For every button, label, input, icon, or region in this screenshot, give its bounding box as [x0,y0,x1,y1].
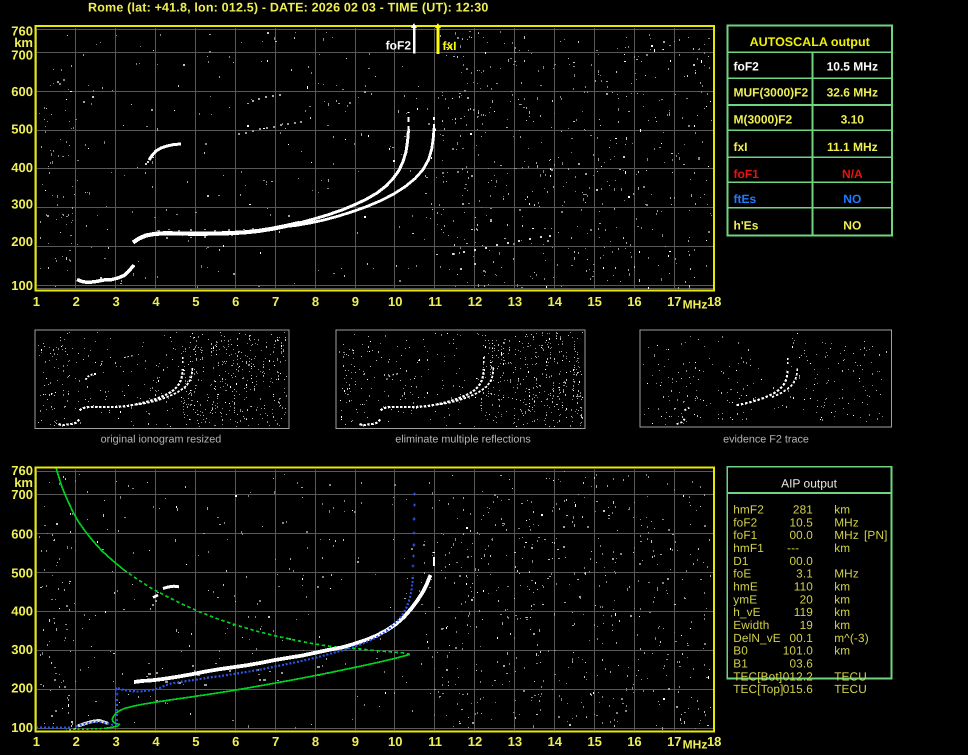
svg-text:3: 3 [113,294,120,309]
svg-text:32.6 MHz: 32.6 MHz [827,86,878,100]
svg-text:1: 1 [33,734,40,749]
svg-text:400: 400 [11,604,33,619]
svg-text:AUTOSCALA output: AUTOSCALA output [750,35,871,49]
svg-text:7: 7 [272,734,279,749]
svg-text:TECU: TECU [834,682,867,696]
svg-text:AIP output: AIP output [781,476,837,490]
svg-text:13: 13 [508,294,522,309]
svg-text:15: 15 [587,294,601,309]
svg-text:foF2: foF2 [386,39,412,53]
svg-text:16: 16 [627,294,641,309]
svg-text:8: 8 [312,294,319,309]
svg-text:9: 9 [352,294,359,309]
svg-text:15: 15 [587,734,601,749]
svg-text:500: 500 [11,122,33,137]
svg-text:11: 11 [428,734,442,749]
svg-text:400: 400 [11,160,33,175]
svg-text:015.6: 015.6 [783,682,814,696]
svg-text:9: 9 [352,734,359,749]
svg-text:300: 300 [11,197,33,212]
svg-text:100: 100 [11,278,33,293]
svg-text:6: 6 [232,734,239,749]
svg-text:1: 1 [33,294,40,309]
svg-text:200: 200 [11,680,33,695]
svg-text:Rome (lat: +41.8, lon: 012.5): Rome (lat: +41.8, lon: 012.5) - DATE: 20… [88,1,488,15]
svg-text:original ionogram resized: original ionogram resized [101,434,222,446]
svg-text:fxI: fxI [443,39,457,53]
svg-text:3.10: 3.10 [841,112,865,126]
svg-text:18: 18 [707,294,721,309]
svg-text:13: 13 [508,734,522,749]
svg-text:600: 600 [11,84,33,99]
svg-text:12: 12 [468,294,482,309]
svg-text:MHz: MHz [683,738,708,752]
svg-text:4: 4 [152,734,160,749]
svg-text:11.1 MHz: 11.1 MHz [827,140,878,154]
svg-text:100: 100 [11,720,33,735]
svg-text:14: 14 [547,294,562,309]
svg-text:MHz: MHz [683,298,708,312]
svg-text:[PN]: [PN] [864,528,888,542]
svg-text:10: 10 [388,294,402,309]
svg-text:foF2: foF2 [734,60,760,74]
svg-text:NO: NO [843,218,861,232]
svg-text:evidence F2 trace: evidence F2 trace [723,434,809,446]
svg-text:18: 18 [707,734,721,749]
svg-text:TEC[Top]: TEC[Top] [733,682,783,696]
svg-text:16: 16 [627,734,641,749]
svg-text:500: 500 [11,565,33,580]
svg-text:8: 8 [312,734,319,749]
svg-text:2: 2 [73,294,80,309]
svg-text:5: 5 [192,734,199,749]
svg-text:700: 700 [11,47,33,62]
svg-text:N/A: N/A [842,167,863,181]
svg-text:km: km [834,541,850,555]
svg-text:14: 14 [547,734,562,749]
svg-text:ftEs: ftEs [734,192,757,206]
svg-text:km: km [834,644,850,658]
svg-text:200: 200 [11,234,33,249]
svg-text:5: 5 [192,294,199,309]
svg-text:MUF(3000)F2: MUF(3000)F2 [734,86,809,100]
svg-text:foF1: foF1 [734,167,760,181]
svg-text:17: 17 [667,294,681,309]
svg-text:10.5 MHz: 10.5 MHz [827,60,878,74]
svg-text:h'Es: h'Es [734,218,759,232]
svg-text:2: 2 [73,734,80,749]
svg-text:eliminate multiple reflections: eliminate multiple reflections [395,434,531,446]
svg-text:M(3000)F2: M(3000)F2 [734,112,793,126]
svg-text:11: 11 [428,294,442,309]
svg-text:7: 7 [272,294,279,309]
svg-text:3: 3 [113,734,120,749]
svg-text:12: 12 [468,734,482,749]
svg-text:NO: NO [843,192,861,206]
svg-text:300: 300 [11,642,33,657]
svg-text:17: 17 [667,734,681,749]
svg-text:700: 700 [11,487,33,502]
svg-text:fxI: fxI [734,140,748,154]
svg-text:10: 10 [388,734,402,749]
svg-text:4: 4 [152,294,160,309]
svg-text:6: 6 [232,294,239,309]
svg-text:600: 600 [11,526,33,541]
